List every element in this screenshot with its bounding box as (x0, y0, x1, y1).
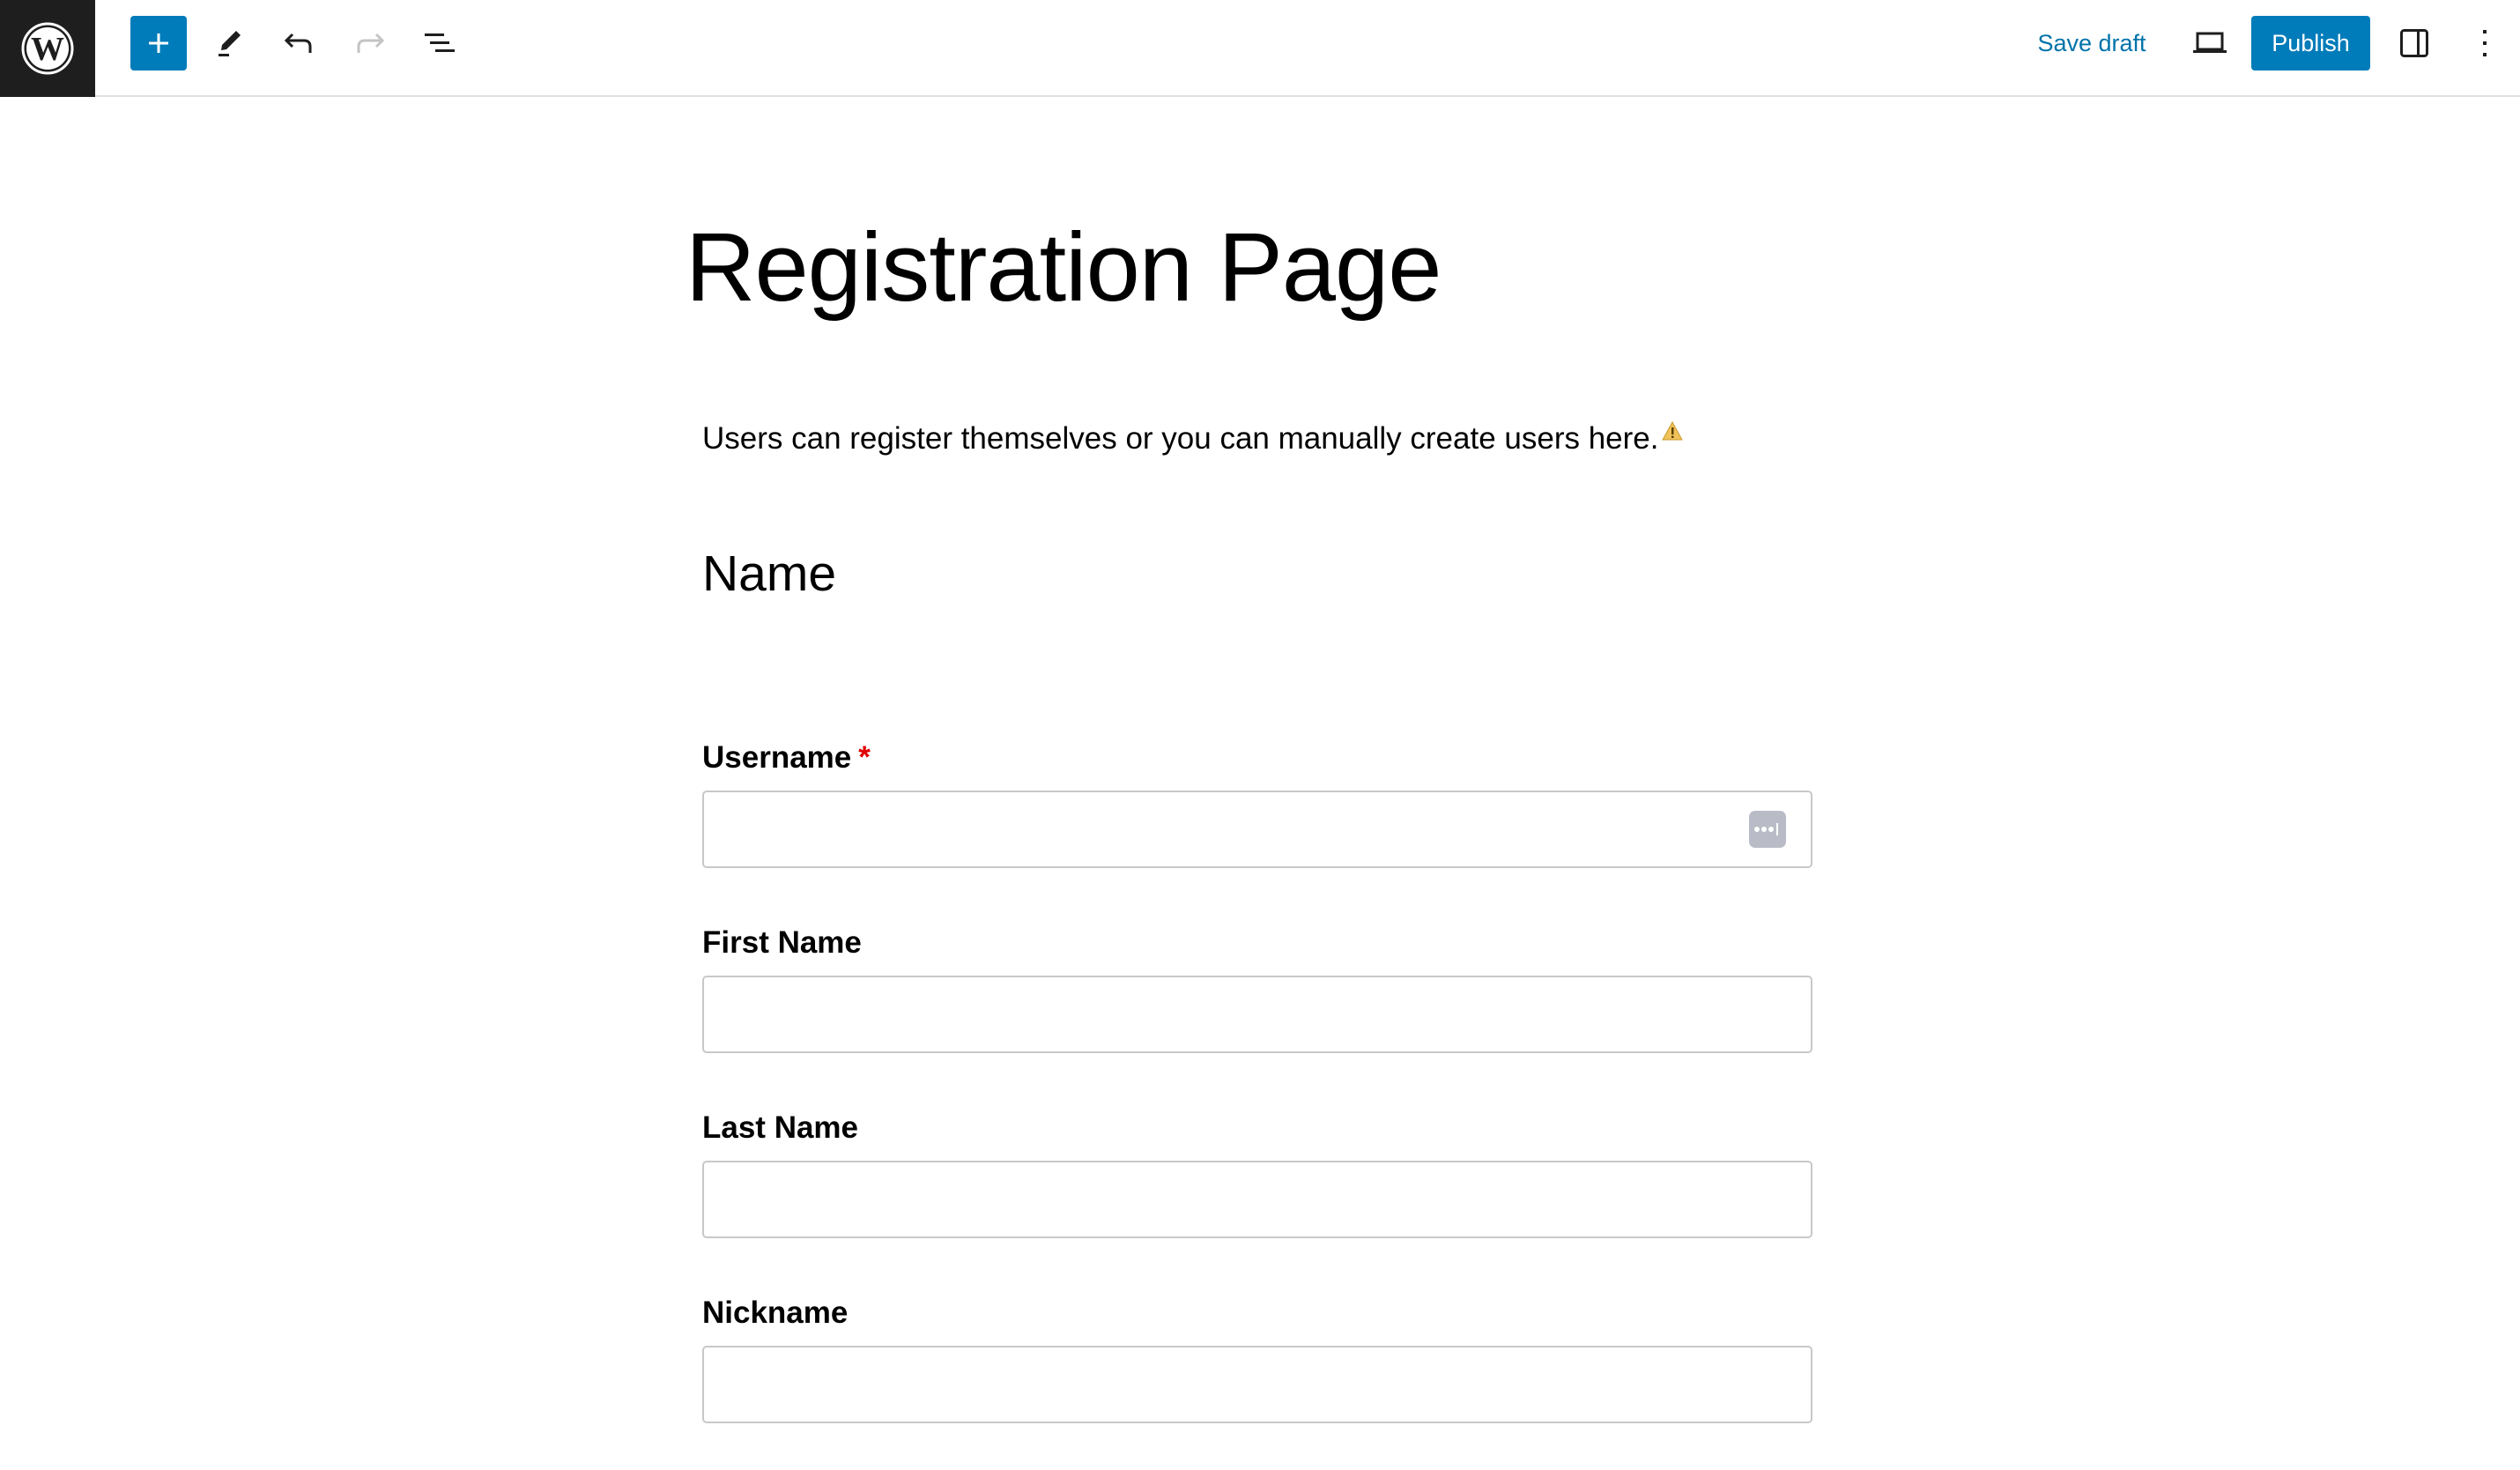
sidebar-toggle-icon (2400, 29, 2428, 57)
add-block-button[interactable] (130, 16, 187, 71)
password-manager-icon (1754, 823, 1778, 835)
undo-button[interactable] (271, 16, 326, 71)
laptop-icon (2193, 32, 2227, 53)
pencil-icon (219, 31, 241, 56)
document-overview-button[interactable] (413, 16, 468, 71)
editor-canvas: Registration Page Users can register the… (0, 97, 2520, 1470)
wordpress-logo[interactable]: W (0, 0, 95, 97)
redo-button[interactable] (343, 16, 397, 71)
required-marker: * (858, 740, 871, 775)
username-label-text: Username (702, 740, 852, 775)
tools-button[interactable] (201, 16, 256, 71)
first-name-input[interactable] (702, 976, 1812, 1053)
wordpress-logo-icon: W (21, 22, 74, 75)
editor-toolbar: W Save draft Publish (0, 0, 2520, 97)
save-draft-button[interactable]: Save draft (2027, 16, 2157, 71)
warning-icon (1662, 421, 1684, 441)
intro-paragraph[interactable]: Users can register themselves or you can… (702, 421, 1684, 457)
svg-text:W: W (31, 31, 64, 68)
last-name-input[interactable] (702, 1161, 1812, 1238)
list-view-icon (425, 33, 455, 52)
settings-sidebar-button[interactable] (2387, 16, 2442, 71)
password-manager-button[interactable] (1749, 811, 1786, 848)
username-input[interactable] (702, 791, 1812, 868)
nickname-input[interactable] (702, 1346, 1812, 1423)
section-heading-name[interactable]: Name (702, 545, 836, 603)
nickname-label: Nickname (702, 1296, 849, 1330)
first-name-label: First Name (702, 925, 862, 960)
kebab-menu-icon (2483, 30, 2487, 56)
redo-icon (357, 33, 385, 53)
page-title[interactable]: Registration Page (686, 212, 1442, 323)
intro-text: Users can register themselves or you can… (702, 421, 1659, 456)
undo-icon (284, 33, 312, 53)
publish-button[interactable]: Publish (2251, 16, 2370, 71)
username-label: Username * (702, 740, 871, 776)
last-name-label: Last Name (702, 1110, 859, 1145)
options-menu-button[interactable] (2467, 16, 2502, 71)
plus-icon (149, 33, 168, 53)
preview-button[interactable] (2183, 16, 2237, 71)
